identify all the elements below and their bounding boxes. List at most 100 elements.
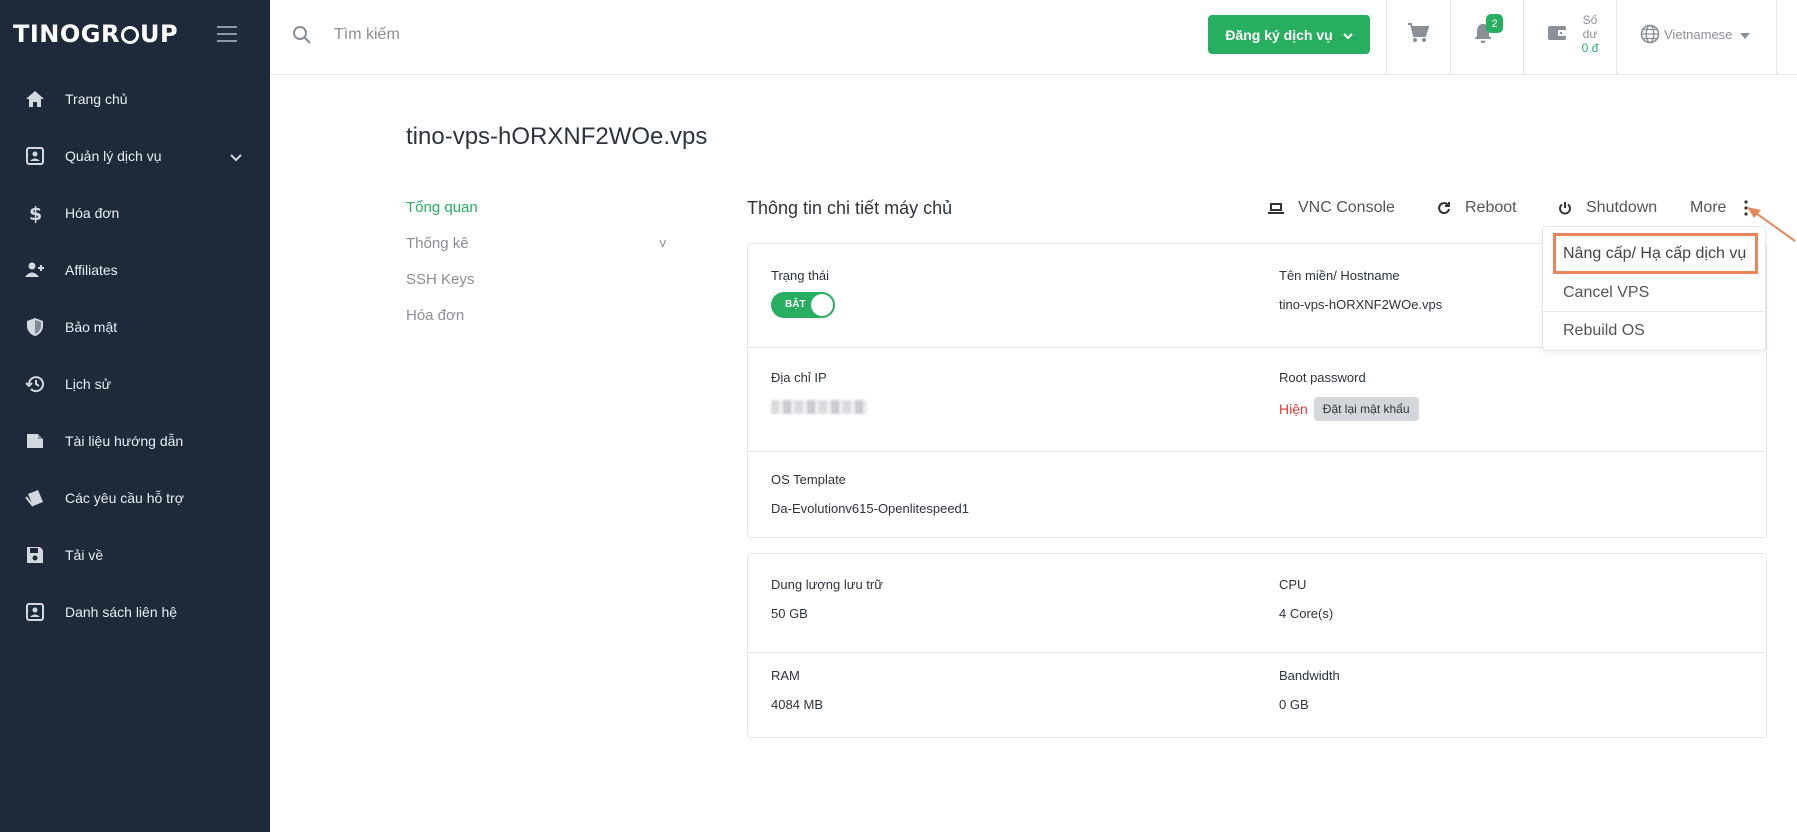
globe-icon	[1640, 24, 1660, 44]
ip-value-redacted	[771, 400, 867, 414]
os-label: OS Template	[771, 472, 846, 487]
document-icon	[24, 430, 46, 452]
ram-value: 4084 MB	[771, 697, 824, 712]
cart-icon[interactable]	[1407, 23, 1430, 48]
brand-logo-ring	[120, 26, 139, 44]
bandwidth-cell: Bandwidth 0 GB	[1279, 668, 1340, 712]
language-select[interactable]: Vietnamese	[1640, 24, 1754, 44]
vnc-console-label: VNC Console	[1298, 199, 1395, 216]
storage-cell: Dung lượng lưu trữ 50 GB	[771, 577, 883, 621]
more-label: More	[1690, 199, 1727, 216]
sidebar-item-history[interactable]: Lịch sử	[0, 355, 270, 412]
topbar: Đăng ký dịch vụ 2 Số dư 0 đ Vietnamese	[270, 0, 1797, 75]
caret-down-icon	[1740, 27, 1754, 42]
toggle-knob	[811, 294, 833, 316]
status-toggle-label: BẬT	[785, 299, 806, 310]
sidebar-item-invoices[interactable]: $ Hóa đơn	[0, 184, 270, 241]
sidebar-item-label: Lịch sử	[65, 375, 111, 392]
sidebar-item-label: Hóa đơn	[65, 204, 120, 221]
sidebar-item-security[interactable]: Bảo mật	[0, 298, 270, 355]
more-button[interactable]: More	[1690, 199, 1749, 217]
hostname-label: Tên miền/ Hostname	[1279, 268, 1400, 283]
search-icon[interactable]	[292, 25, 312, 50]
subnav-statistics[interactable]: Thống kê v	[406, 235, 666, 271]
status-toggle[interactable]: BẬT	[771, 292, 835, 318]
ram-cell: RAM 4084 MB	[771, 668, 823, 712]
balance-amount: 0 đ	[1581, 41, 1599, 55]
contact-icon	[24, 601, 46, 623]
shutdown-button[interactable]: Shutdown	[1558, 199, 1657, 217]
register-service-label: Đăng ký dịch vụ	[1225, 26, 1333, 43]
subnav-invoices[interactable]: Hóa đơn	[406, 307, 666, 343]
details-row-os: OS Template Da-Evolutionv615-Openlitespe…	[748, 452, 1766, 538]
hostname-cell: Tên miền/ Hostname tino-vps-hORXNF2WOe.v…	[1279, 268, 1442, 312]
refresh-icon	[1438, 202, 1450, 215]
details-row-network: Địa chỉ IP Root password Hiện Đặt lại mậ…	[748, 348, 1766, 452]
sidebar-item-label: Các yêu cầu hỗ trợ	[65, 489, 184, 506]
register-service-button[interactable]: Đăng ký dịch vụ	[1208, 15, 1370, 54]
ip-label: Địa chỉ IP	[771, 370, 827, 385]
account-box-icon	[24, 145, 46, 167]
home-icon	[24, 88, 46, 110]
history-icon	[24, 373, 46, 395]
topbar-divider	[1523, 0, 1524, 75]
shutdown-label: Shutdown	[1586, 199, 1658, 216]
sidebar: TINOGR UP Trang chủ Quản lý dịch vụ $ Hóa…	[0, 0, 270, 832]
brand-logo[interactable]: TINOGR UP	[13, 20, 178, 48]
reboot-button[interactable]: Reboot	[1437, 199, 1517, 217]
svg-text:$: $	[29, 203, 42, 223]
resources-row-2: RAM 4084 MB Bandwidth 0 GB	[748, 653, 1766, 738]
balance[interactable]: Số dư 0 đ	[1578, 13, 1602, 55]
dollar-icon: $	[24, 202, 46, 224]
sidebar-item-services[interactable]: Quản lý dịch vụ	[0, 127, 270, 184]
sidebar-item-home[interactable]: Trang chủ	[0, 70, 270, 127]
hostname-value: tino-vps-hORXNF2WOe.vps	[1279, 297, 1443, 312]
subnav-label: SSH Keys	[406, 271, 475, 288]
cpu-cell: CPU 4 Core(s)	[1279, 577, 1333, 621]
root-password-actions: Hiện Đặt lại mật khẩu	[1279, 397, 1419, 421]
menu-item-cancel-vps[interactable]: Cancel VPS	[1543, 274, 1765, 312]
os-cell: OS Template Da-Evolutionv615-Openlitespe…	[771, 472, 969, 516]
sidebar-item-support[interactable]: Các yêu cầu hỗ trợ	[0, 469, 270, 526]
save-icon	[24, 544, 46, 566]
sidebar-item-contacts[interactable]: Danh sách liên hệ	[0, 583, 270, 640]
wallet-icon[interactable]	[1547, 24, 1567, 47]
sidebar-item-downloads[interactable]: Tải về	[0, 526, 270, 583]
sidebar-item-label: Bảo mật	[65, 318, 118, 335]
menu-item-rebuild-os[interactable]: Rebuild OS	[1543, 312, 1765, 350]
vnc-console-button[interactable]: VNC Console	[1268, 199, 1395, 217]
language-label: Vietnamese	[1664, 26, 1733, 42]
root-password-cell: Root password Hiện Đặt lại mật khẩu	[1279, 370, 1419, 421]
server-resources-card: Dung lượng lưu trữ 50 GB CPU 4 Core(s) R…	[747, 553, 1767, 738]
brand-name-part1: TINOGR	[13, 20, 120, 48]
sidebar-item-affiliates[interactable]: Affiliates	[0, 241, 270, 298]
ip-cell: Địa chỉ IP	[771, 370, 867, 414]
chevron-down-icon[interactable]	[230, 149, 242, 165]
resources-row-1: Dung lượng lưu trữ 50 GB CPU 4 Core(s)	[748, 554, 1766, 653]
subnav-ssh-keys[interactable]: SSH Keys	[406, 271, 666, 307]
cpu-value: 4 Core(s)	[1279, 606, 1334, 621]
reboot-label: Reboot	[1465, 199, 1517, 216]
balance-label-1: Số	[1582, 13, 1598, 27]
menu-item-upgrade-downgrade[interactable]: Nâng cấp/ Hạ cấp dịch vụ	[1553, 233, 1758, 274]
topbar-divider	[1616, 0, 1617, 75]
topbar-divider	[1386, 0, 1387, 75]
menu-toggle-icon[interactable]	[217, 26, 237, 42]
section-title: Thông tin chi tiết máy chủ	[747, 198, 953, 218]
show-password-link[interactable]: Hiện	[1279, 401, 1308, 417]
sidebar-nav: Trang chủ Quản lý dịch vụ $ Hóa đơn Affi…	[0, 70, 270, 640]
topbar-divider	[1776, 0, 1777, 75]
sidebar-item-label: Quản lý dịch vụ	[65, 147, 162, 164]
shield-icon	[24, 316, 46, 338]
subnav-label: Tổng quan	[406, 199, 478, 216]
reset-password-button[interactable]: Đặt lại mật khẩu	[1313, 397, 1419, 421]
subnav-overview[interactable]: Tổng quan	[406, 199, 666, 235]
expand-indicator[interactable]: v	[660, 235, 667, 250]
search-input[interactable]	[334, 22, 834, 48]
more-dropdown-menu: Nâng cấp/ Hạ cấp dịch vụ Cancel VPS Rebu…	[1542, 226, 1766, 351]
topbar-divider	[1450, 0, 1451, 75]
os-value: Da-Evolutionv615-Openlitespeed1	[771, 501, 970, 516]
sidebar-item-docs[interactable]: Tài liệu hướng dẫn	[0, 412, 270, 469]
people-add-icon	[24, 259, 46, 281]
power-icon	[1559, 202, 1571, 215]
